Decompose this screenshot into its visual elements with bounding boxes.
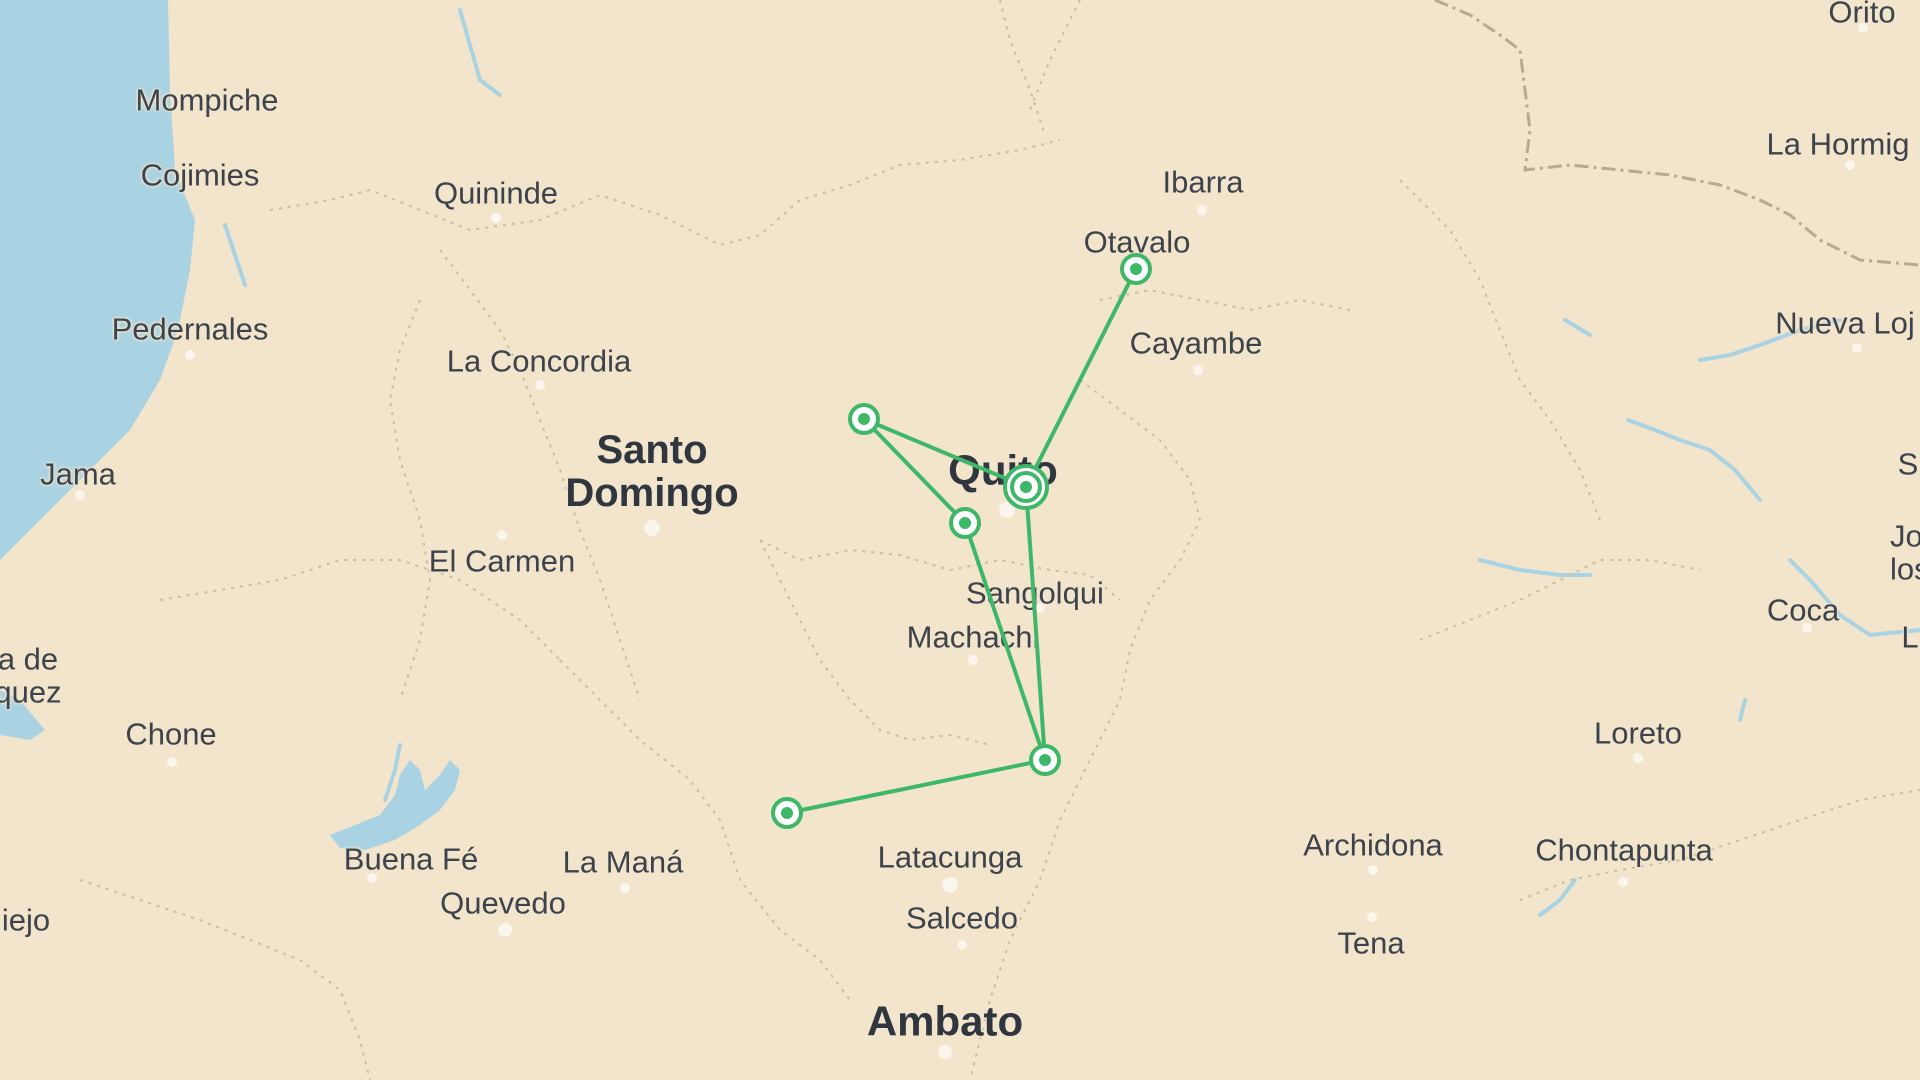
route-segment[interactable] — [1024, 485, 1047, 762]
route-segment[interactable] — [862, 417, 967, 525]
route-stop-marker[interactable] — [1029, 744, 1061, 776]
route-stop-marker[interactable] — [848, 403, 880, 435]
route-segment[interactable] — [963, 521, 1047, 762]
route-segment[interactable] — [862, 417, 1028, 489]
route-segment[interactable] — [785, 758, 1047, 815]
route-stop-marker[interactable] — [1120, 253, 1152, 285]
route-overlay — [771, 253, 1152, 829]
map-canvas[interactable]: Orito Mompiche Cojimies Quininde Ibarra … — [0, 0, 1920, 1080]
route-stop-marker[interactable] — [771, 797, 803, 829]
route-stop-marker[interactable] — [1003, 464, 1049, 510]
route-stop-marker[interactable] — [949, 507, 981, 539]
route-segment[interactable] — [1024, 267, 1138, 489]
